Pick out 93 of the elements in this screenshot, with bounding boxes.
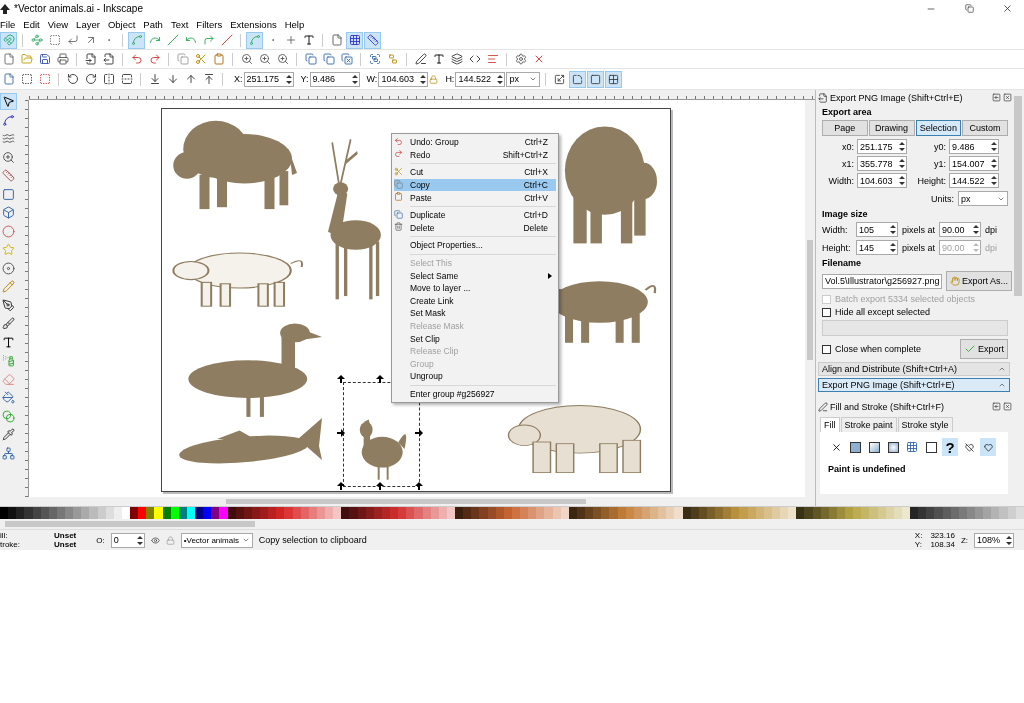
menu-item[interactable]: Set Clip [394, 332, 556, 345]
menu-item[interactable]: Set Mask [394, 307, 556, 320]
panel-title: Fill and Stroke (Shift+Ctrl+F) [830, 401, 945, 412]
number-field[interactable]: 144.522 [949, 173, 999, 188]
menu-item[interactable]: Cut Ctrl+X [394, 166, 556, 179]
field-label: X: [234, 74, 243, 84]
opacity-field[interactable]: 0 [110, 532, 145, 548]
panel-tab[interactable]: Fill [820, 417, 840, 432]
field-label: Units: [931, 193, 954, 204]
status-label: Y: [914, 540, 923, 549]
section-heading: Export area [822, 107, 873, 117]
number-field[interactable]: 90.00 [939, 222, 982, 237]
field-label: H: [445, 74, 455, 84]
field-label: O: [96, 535, 105, 545]
menu-item[interactable]: Copy Ctrl+C [394, 178, 556, 192]
field-label: Y: [300, 74, 309, 84]
menu-item[interactable]: Duplicate Ctrl+D [394, 208, 556, 222]
panel-title: Export PNG Image (Shift+Ctrl+E) [830, 92, 963, 103]
field-label: Width: [828, 175, 854, 186]
unit-select[interactable]: px [506, 71, 541, 87]
field-label: Width: [822, 224, 849, 235]
status-value: 323.16 [930, 531, 955, 540]
dock-tab[interactable]: Align and Distribute (Shift+Ctrl+A) [818, 362, 1010, 376]
number-field[interactable]: 251.175 [857, 139, 907, 154]
field-label: Height: [822, 242, 852, 253]
status-value: 108.34 [930, 540, 955, 549]
status-label: ill: [0, 531, 9, 540]
field-label: W: [366, 74, 378, 84]
menu-item[interactable]: Filters [196, 18, 227, 30]
unit-label: dpi [985, 242, 998, 253]
menu-item[interactable]: Redo Shift+Ctrl+Z [394, 148, 556, 162]
panel-tab[interactable]: Stroke paint [840, 417, 897, 432]
area-toggle[interactable]: Page [822, 120, 868, 136]
filename-field[interactable]: Vol.5\Illustrator\g256927.png [822, 273, 942, 289]
export-button[interactable]: Export [960, 339, 1008, 359]
menu-item[interactable]: Path [143, 18, 167, 30]
field-label: Z: [960, 535, 968, 545]
number-field[interactable]: 355.778 [857, 156, 907, 171]
menu-item[interactable]: Object [107, 18, 140, 30]
menu-item[interactable]: Move to layer ... [394, 281, 556, 295]
zoom-field[interactable]: 108% [974, 532, 1014, 548]
field-label: x1: [842, 158, 854, 169]
menu-item[interactable]: File [0, 18, 20, 30]
units-select[interactable]: px [958, 191, 1008, 206]
number-field[interactable]: 144.522 [455, 71, 506, 87]
status-label: X: [914, 531, 923, 540]
number-field[interactable]: 251.175 [243, 71, 294, 87]
section-heading: Filename [822, 258, 862, 268]
layer-select[interactable]: •Vector animals [180, 532, 253, 548]
checkbox-label: Close when complete [835, 344, 922, 354]
menu-item[interactable]: Select Same [394, 269, 556, 282]
menu-item[interactable]: Object Properties... [394, 239, 556, 252]
field-label: y0: [934, 141, 946, 152]
dock-tab[interactable]: Export PNG Image (Shift+Ctrl+E) [818, 378, 1010, 392]
menu-item[interactable]: Text [170, 18, 193, 30]
status-value: Unset [54, 540, 77, 549]
menu-item[interactable]: Undo: Group Ctrl+Z [394, 136, 556, 149]
status-label: troke: [0, 540, 20, 549]
field-label: y1: [934, 158, 946, 169]
field-label: pixels at [902, 242, 936, 253]
area-toggle[interactable]: Custom [962, 120, 1008, 136]
field-label: pixels at [902, 224, 936, 235]
checkbox-label: Batch export 5334 selected objects [835, 294, 976, 304]
unit-label: dpi [985, 224, 998, 235]
panel-tab[interactable]: Stroke style [897, 417, 953, 432]
menu-item[interactable]: Delete Delete [394, 221, 556, 235]
export-as-button[interactable]: Export As... [946, 271, 1013, 291]
menu-item[interactable]: Help [284, 18, 309, 30]
number-field[interactable]: 104.603 [857, 173, 907, 188]
area-toggle[interactable]: Drawing [868, 120, 915, 136]
field-label: x0: [842, 141, 854, 152]
menu-item[interactable]: Ungroup [394, 370, 556, 383]
field-label: Height: [917, 175, 946, 186]
number-field[interactable]: 154.007 [949, 156, 999, 171]
checkbox-label: Hide all except selected [835, 307, 931, 317]
menu-item[interactable]: Paste Ctrl+V [394, 191, 556, 204]
menu-item[interactable]: Enter group #g256927 [394, 387, 556, 401]
paint-mode-button[interactable]: ? [942, 438, 958, 456]
area-toggle[interactable]: Selection [915, 120, 962, 136]
menu-item[interactable]: Create Link [394, 294, 556, 308]
number-field[interactable]: 9.486 [949, 139, 999, 154]
paint-message: Paint is undefined [828, 464, 907, 474]
status-message: Copy selection to clipboard [258, 535, 367, 545]
number-field[interactable]: 9.486 [309, 71, 360, 87]
number-field[interactable]: 105 [856, 222, 898, 237]
menu-item[interactable]: View [47, 18, 73, 30]
status-value: Unset [54, 531, 77, 540]
window-title: *Vector animals.ai - Inkscape [14, 3, 144, 14]
menu-item[interactable]: Edit [23, 18, 44, 30]
number-field[interactable]: 104.603 [378, 71, 429, 87]
section-heading: Image size [822, 209, 869, 219]
menu-item[interactable]: Extensions [230, 18, 281, 30]
menu-item[interactable]: Layer [76, 18, 104, 30]
